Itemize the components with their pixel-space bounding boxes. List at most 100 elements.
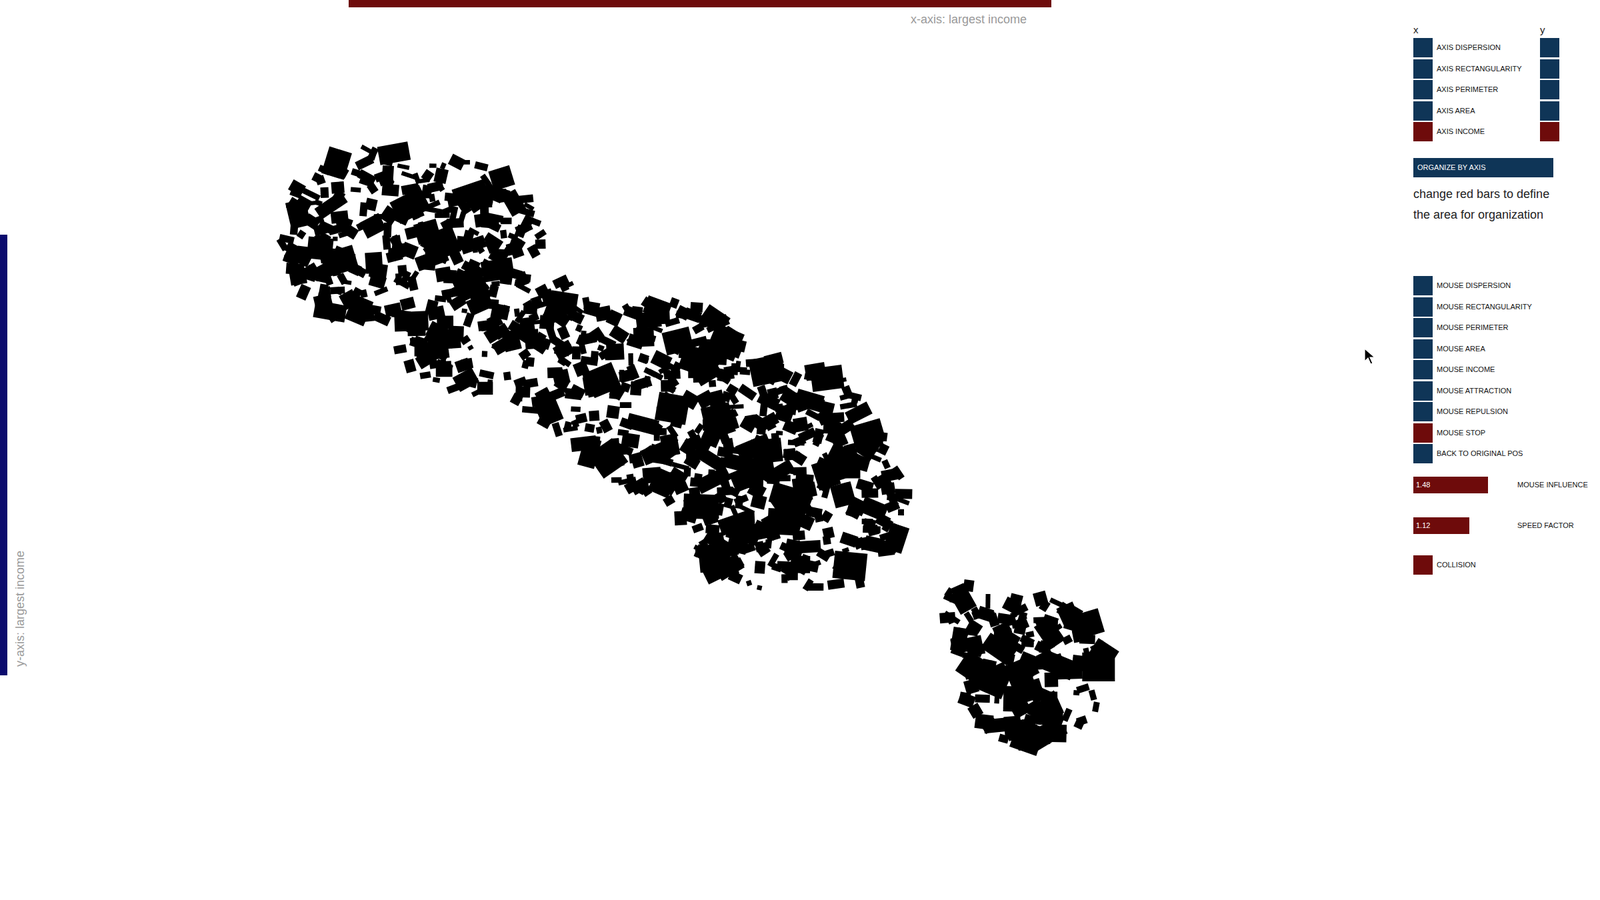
building-footprint [515,194,534,204]
building-footprint [534,228,547,240]
building-footprint [1088,689,1098,701]
x-axis-toggle[interactable] [1413,38,1433,58]
building-footprint [588,410,600,422]
building-footprint [374,169,391,183]
building-footprint [497,188,507,196]
building-footprint [614,461,625,469]
building-footprint [726,383,739,396]
building-footprint [1032,590,1049,608]
building-footprint [321,146,352,180]
building-footprint [827,578,845,590]
mouse-option-row: MOUSE PERIMETER [1413,318,1596,338]
y-axis-toggle[interactable] [1540,80,1560,100]
x-axis-label: x-axis: largest income [910,10,1027,29]
mouse-option-toggle[interactable] [1413,297,1433,317]
building-footprint [619,417,634,430]
x-axis-toggle[interactable] [1413,80,1433,100]
slider-fill[interactable]: 1.48 [1413,476,1488,494]
mouse-option-label: MOUSE STOP [1436,427,1486,439]
building-map[interactable] [0,0,1414,900]
building-footprint [456,236,470,251]
x-axis-range-bar[interactable] [348,0,1052,8]
y-axis-toggle[interactable] [1540,122,1560,142]
y-axis-toggle[interactable] [1540,59,1560,79]
building-footprint [813,560,822,567]
building-footprint [1076,683,1090,694]
organize-button[interactable]: ORGANIZE BY AXIS [1413,158,1554,178]
building-footprint [702,500,716,515]
x-axis-toggle[interactable] [1413,101,1433,121]
slider-track[interactable]: 1.12 [1413,517,1507,534]
canvas[interactable]: x-axis: largest incomey-axis: largest in… [0,0,1414,900]
mouse-option-toggle[interactable] [1413,381,1433,401]
building-footprint [788,466,802,476]
building-footprint [443,270,457,284]
building-footprint [962,652,978,660]
building-footprint [622,303,633,316]
building-footprint [756,384,768,397]
mouse-option-toggle[interactable] [1413,402,1433,422]
building-footprint [1026,657,1044,671]
slider-track[interactable]: 1.48 [1413,476,1507,494]
building-footprint [392,214,408,226]
x-axis-toggle[interactable] [1413,59,1433,79]
building-footprint [660,391,672,404]
building-footprint [754,560,766,574]
building-footprint [1092,701,1100,712]
building-footprint [820,548,835,559]
building-footprint [314,199,323,207]
building-footprint [822,535,832,545]
building-footprint [1068,606,1084,622]
mouse-option-toggle[interactable] [1413,360,1433,380]
building-footprint [360,144,374,154]
building-footprint [377,141,412,166]
building-footprint [403,358,417,374]
building-footprint [691,522,704,534]
building-footprint [1028,717,1066,751]
building-footprint [588,382,604,396]
building-footprint [628,353,634,366]
building-footprint [598,347,613,361]
building-footprint [409,208,420,221]
building-footprint [1019,634,1035,647]
building-footprint [778,475,791,482]
sliders: 1.48MOUSE INFLUENCE1.12SPEED FACTOR [1413,476,1596,534]
building-footprint [695,440,712,456]
building-footprint [852,536,866,550]
building-footprint [324,274,334,286]
mouse-option-toggle[interactable] [1413,276,1433,296]
building-footprint [480,218,492,228]
mouse-option-toggle[interactable] [1413,339,1433,359]
building-footprint [987,625,1021,659]
mouse-option-toggle[interactable] [1413,444,1433,464]
y-axis-toggle[interactable] [1540,101,1560,121]
building-footprint [448,294,467,312]
building-footprint [728,408,735,415]
building-footprint [478,369,494,380]
building-footprint [552,422,564,438]
building-footprint [974,694,990,704]
building-footprint [436,341,446,355]
building-footprint [994,693,1000,704]
mouse-option-row: BACK TO ORIGINAL POS [1413,444,1596,464]
x-axis-toggle[interactable] [1413,122,1433,142]
building-footprint [943,594,959,605]
building-footprint [482,198,494,206]
collision-toggle[interactable] [1413,555,1433,575]
building-footprint [516,391,523,402]
building-footprint [401,270,412,283]
building-footprint [1075,622,1087,632]
building-footprint [557,301,570,315]
mouse-option-row: MOUSE INCOME [1413,360,1596,380]
mouse-option-toggle[interactable] [1413,318,1433,338]
building-footprint [709,350,728,366]
building-footprint [985,594,990,609]
y-axis-toggle[interactable] [1540,38,1560,58]
building-footprint [481,324,494,331]
mouse-option-toggle[interactable] [1413,423,1433,443]
building-footprint [1087,638,1120,669]
building-footprint [553,381,569,394]
y-axis-range-bar[interactable] [0,234,8,676]
building-footprint [872,504,881,514]
slider-fill[interactable]: 1.12 [1413,517,1470,534]
